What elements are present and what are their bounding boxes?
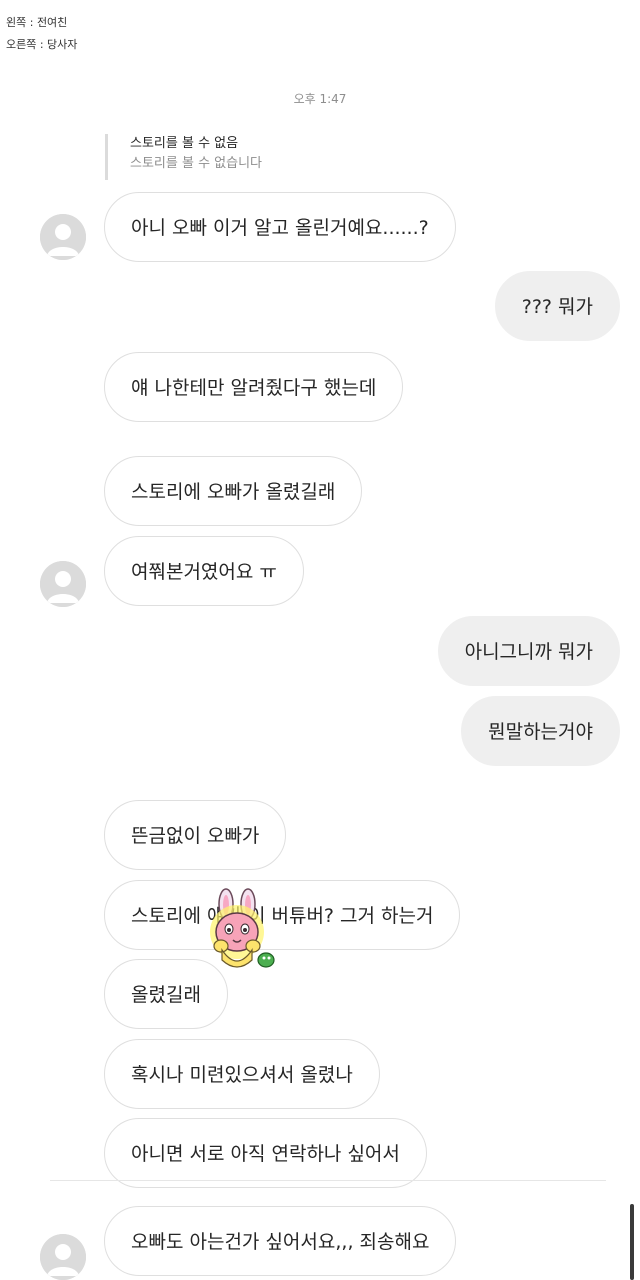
caption-left-label: 왼쪽 : 전여친 [6,16,68,29]
chat-screenshot: 왼쪽 : 전여친 오른쪽 : 당사자 오후 1:47 스토리를 볼 수 없음 스… [0,0,640,1280]
vertical-scrollbar[interactable] [630,1204,634,1280]
received-message-bubble[interactable]: 아니면 서로 아직 연락하나 싶어서 [104,1118,427,1188]
received-message-bubble[interactable]: 얘 나한테만 알려줬다구 했는데 [104,352,404,422]
caption-right-label: 오른쪽 : 당사자 [6,38,78,51]
sender-avatar-icon[interactable] [40,1234,86,1280]
message-timestamp: 오후 1:47 [293,92,347,106]
rabbit-character-sticker-icon [202,888,278,976]
sent-message-bubble[interactable]: 아니그니까 뭐가 [437,616,620,686]
received-message-bubble[interactable]: 여쭤본거였어요 ㅠ [104,536,304,606]
sender-avatar-icon[interactable] [40,214,86,260]
received-message-bubble[interactable]: 스토리에 얘가 이 버튜버? 그거 하는거 [104,880,461,950]
sent-message-bubble[interactable]: ??? 뭐가 [494,271,620,341]
received-message-bubble[interactable]: 오빠도 아는건가 싶어서요,,, 죄송해요 [104,1206,457,1276]
story-reply-subtitle: 스토리를 볼 수 없습니다 [130,156,262,171]
received-message-bubble[interactable]: 스토리에 오빠가 올렸길래 [104,456,363,526]
story-reply-title: 스토리를 볼 수 없음 [130,136,239,151]
sender-avatar-icon[interactable] [40,561,86,607]
received-message-bubble[interactable]: 아니 오빠 이거 알고 올린거예요......? [104,192,456,262]
section-divider [50,1180,606,1181]
sent-message-bubble[interactable]: 뭔말하는거야 [461,696,620,766]
received-message-bubble[interactable]: 뜬금없이 오빠가 [104,800,287,870]
received-message-bubble[interactable]: 혹시나 미련있으셔서 올렸나 [104,1039,380,1109]
story-reply-reference[interactable]: 스토리를 볼 수 없음 스토리를 볼 수 없습니다 [105,134,262,180]
